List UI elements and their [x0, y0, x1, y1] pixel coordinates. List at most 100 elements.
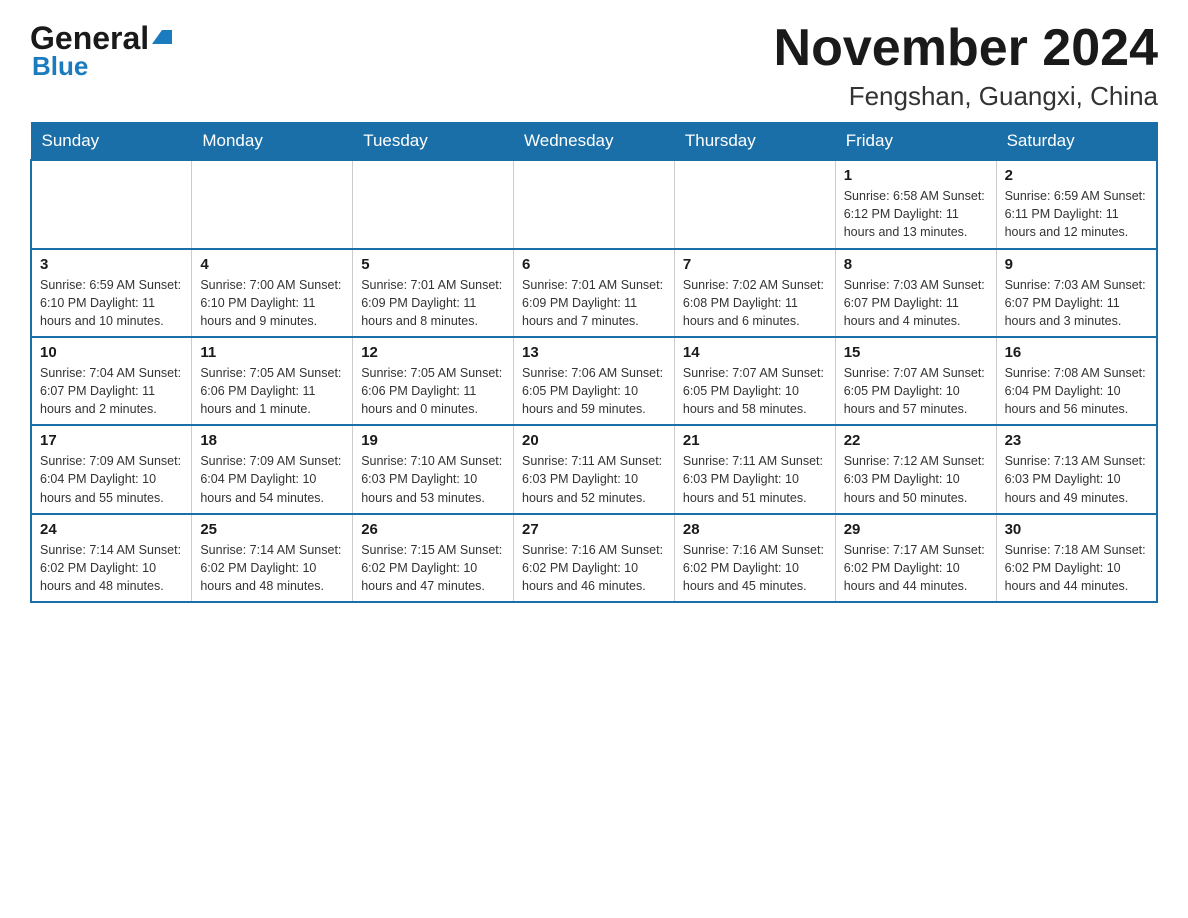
calendar-day-cell: 15 Sunrise: 7:07 AM Sunset: 6:05 PM Dayli…	[835, 337, 996, 425]
calendar-day-header: Saturday	[996, 123, 1157, 161]
logo-blue-text: Blue	[32, 51, 88, 82]
calendar-day-cell: 20Sunrise: 7:11 AM Sunset: 6:03 PM Dayli…	[514, 425, 675, 513]
day-number: 30	[1005, 521, 1148, 538]
day-info: Sunrise: 7:06 AM Sunset: 6:05 PM Dayligh…	[522, 364, 666, 418]
calendar-day-cell: 2 Sunrise: 6:59 AM Sunset: 6:11 PM Daylig…	[996, 160, 1157, 248]
calendar-header-row: SundayMondayTuesdayWednesdayThursdayFrid…	[31, 123, 1157, 161]
calendar-day-cell: 19 Sunrise: 7:10 AM Sunset: 6:03 PM Dayli…	[353, 425, 514, 513]
day-info: Sunrise: 7:03 AM Sunset: 6:07 PM Dayligh…	[1005, 276, 1148, 330]
calendar-day-header: Monday	[192, 123, 353, 161]
calendar-day-cell: 3 Sunrise: 6:59 AM Sunset: 6:10 PM Daylig…	[31, 249, 192, 337]
day-number: 17	[40, 432, 183, 449]
day-info: Sunrise: 7:07 AM Sunset: 6:05 PM Dayligh…	[683, 364, 827, 418]
day-info: Sunrise: 7:08 AM Sunset: 6:04 PM Dayligh…	[1005, 364, 1148, 418]
calendar-day-cell: 5Sunrise: 7:01 AM Sunset: 6:09 PM Daylig…	[353, 249, 514, 337]
day-number: 10	[40, 344, 183, 361]
calendar-week-row: 10 Sunrise: 7:04 AM Sunset: 6:07 PM Dayli…	[31, 337, 1157, 425]
calendar-day-cell: 18 Sunrise: 7:09 AM Sunset: 6:04 PM Dayli…	[192, 425, 353, 513]
day-info: Sunrise: 7:01 AM Sunset: 6:09 PM Dayligh…	[522, 276, 666, 330]
page-header: General Blue November 2024 Fengshan, Gua…	[30, 20, 1158, 112]
calendar-day-cell: 4 Sunrise: 7:00 AM Sunset: 6:10 PM Daylig…	[192, 249, 353, 337]
calendar-day-cell: 22 Sunrise: 7:12 AM Sunset: 6:03 PM Dayli…	[835, 425, 996, 513]
day-number: 22	[844, 432, 988, 449]
calendar-day-header: Wednesday	[514, 123, 675, 161]
calendar-day-cell: 9 Sunrise: 7:03 AM Sunset: 6:07 PM Daylig…	[996, 249, 1157, 337]
day-info: Sunrise: 7:16 AM Sunset: 6:02 PM Dayligh…	[522, 541, 666, 595]
calendar-day-cell: 25 Sunrise: 7:14 AM Sunset: 6:02 PM Dayli…	[192, 514, 353, 602]
calendar-day-cell	[192, 160, 353, 248]
day-info: Sunrise: 7:03 AM Sunset: 6:07 PM Dayligh…	[844, 276, 988, 330]
day-info: Sunrise: 7:14 AM Sunset: 6:02 PM Dayligh…	[40, 541, 183, 595]
day-info: Sunrise: 7:09 AM Sunset: 6:04 PM Dayligh…	[200, 452, 344, 506]
calendar-week-row: 17 Sunrise: 7:09 AM Sunset: 6:04 PM Dayli…	[31, 425, 1157, 513]
day-number: 1	[844, 167, 988, 184]
calendar-week-row: 3 Sunrise: 6:59 AM Sunset: 6:10 PM Daylig…	[31, 249, 1157, 337]
calendar-day-cell: 28 Sunrise: 7:16 AM Sunset: 6:02 PM Dayli…	[674, 514, 835, 602]
day-info: Sunrise: 7:15 AM Sunset: 6:02 PM Dayligh…	[361, 541, 505, 595]
day-number: 29	[844, 521, 988, 538]
calendar-day-cell: 1 Sunrise: 6:58 AM Sunset: 6:12 PM Daylig…	[835, 160, 996, 248]
calendar-day-cell: 8 Sunrise: 7:03 AM Sunset: 6:07 PM Daylig…	[835, 249, 996, 337]
day-number: 14	[683, 344, 827, 361]
day-info: Sunrise: 7:11 AM Sunset: 6:03 PM Dayligh…	[683, 452, 827, 506]
day-number: 21	[683, 432, 827, 449]
day-number: 28	[683, 521, 827, 538]
day-number: 3	[40, 256, 183, 273]
day-number: 4	[200, 256, 344, 273]
calendar-table: SundayMondayTuesdayWednesdayThursdayFrid…	[30, 122, 1158, 603]
day-info: Sunrise: 7:12 AM Sunset: 6:03 PM Dayligh…	[844, 452, 988, 506]
day-number: 15	[844, 344, 988, 361]
day-number: 26	[361, 521, 505, 538]
day-info: Sunrise: 7:05 AM Sunset: 6:06 PM Dayligh…	[361, 364, 505, 418]
day-number: 8	[844, 256, 988, 273]
calendar-day-cell: 12 Sunrise: 7:05 AM Sunset: 6:06 PM Dayli…	[353, 337, 514, 425]
day-number: 16	[1005, 344, 1148, 361]
calendar-day-header: Thursday	[674, 123, 835, 161]
calendar-day-cell: 11Sunrise: 7:05 AM Sunset: 6:06 PM Dayli…	[192, 337, 353, 425]
calendar-day-cell: 21 Sunrise: 7:11 AM Sunset: 6:03 PM Dayli…	[674, 425, 835, 513]
day-info: Sunrise: 7:04 AM Sunset: 6:07 PM Dayligh…	[40, 364, 183, 418]
day-number: 18	[200, 432, 344, 449]
calendar-day-cell	[674, 160, 835, 248]
day-info: Sunrise: 6:58 AM Sunset: 6:12 PM Dayligh…	[844, 187, 988, 241]
day-number: 20	[522, 432, 666, 449]
day-number: 13	[522, 344, 666, 361]
day-number: 9	[1005, 256, 1148, 273]
calendar-day-header: Friday	[835, 123, 996, 161]
day-number: 2	[1005, 167, 1148, 184]
calendar-day-cell: 24 Sunrise: 7:14 AM Sunset: 6:02 PM Dayli…	[31, 514, 192, 602]
title-block: November 2024 Fengshan, Guangxi, China	[774, 20, 1158, 112]
day-info: Sunrise: 7:00 AM Sunset: 6:10 PM Dayligh…	[200, 276, 344, 330]
day-number: 12	[361, 344, 505, 361]
calendar-day-cell: 17 Sunrise: 7:09 AM Sunset: 6:04 PM Dayli…	[31, 425, 192, 513]
calendar-title: November 2024	[774, 20, 1158, 77]
day-number: 27	[522, 521, 666, 538]
day-number: 11	[200, 344, 344, 361]
day-info: Sunrise: 7:17 AM Sunset: 6:02 PM Dayligh…	[844, 541, 988, 595]
calendar-day-cell: 16 Sunrise: 7:08 AM Sunset: 6:04 PM Dayli…	[996, 337, 1157, 425]
calendar-day-cell	[353, 160, 514, 248]
day-info: Sunrise: 7:07 AM Sunset: 6:05 PM Dayligh…	[844, 364, 988, 418]
day-info: Sunrise: 7:14 AM Sunset: 6:02 PM Dayligh…	[200, 541, 344, 595]
day-info: Sunrise: 7:09 AM Sunset: 6:04 PM Dayligh…	[40, 452, 183, 506]
day-info: Sunrise: 7:16 AM Sunset: 6:02 PM Dayligh…	[683, 541, 827, 595]
day-number: 23	[1005, 432, 1148, 449]
calendar-day-cell: 30 Sunrise: 7:18 AM Sunset: 6:02 PM Dayli…	[996, 514, 1157, 602]
logo: General Blue	[30, 20, 172, 82]
calendar-day-cell	[514, 160, 675, 248]
logo-arrow-icon	[152, 30, 162, 44]
calendar-day-cell: 23Sunrise: 7:13 AM Sunset: 6:03 PM Dayli…	[996, 425, 1157, 513]
day-number: 6	[522, 256, 666, 273]
day-number: 24	[40, 521, 183, 538]
day-number: 25	[200, 521, 344, 538]
calendar-week-row: 24 Sunrise: 7:14 AM Sunset: 6:02 PM Dayli…	[31, 514, 1157, 602]
day-info: Sunrise: 6:59 AM Sunset: 6:10 PM Dayligh…	[40, 276, 183, 330]
calendar-day-cell: 29 Sunrise: 7:17 AM Sunset: 6:02 PM Dayli…	[835, 514, 996, 602]
day-info: Sunrise: 7:10 AM Sunset: 6:03 PM Dayligh…	[361, 452, 505, 506]
day-info: Sunrise: 7:01 AM Sunset: 6:09 PM Dayligh…	[361, 276, 505, 330]
day-number: 19	[361, 432, 505, 449]
day-info: Sunrise: 6:59 AM Sunset: 6:11 PM Dayligh…	[1005, 187, 1148, 241]
calendar-day-cell: 26 Sunrise: 7:15 AM Sunset: 6:02 PM Dayli…	[353, 514, 514, 602]
calendar-week-row: 1 Sunrise: 6:58 AM Sunset: 6:12 PM Daylig…	[31, 160, 1157, 248]
day-info: Sunrise: 7:18 AM Sunset: 6:02 PM Dayligh…	[1005, 541, 1148, 595]
